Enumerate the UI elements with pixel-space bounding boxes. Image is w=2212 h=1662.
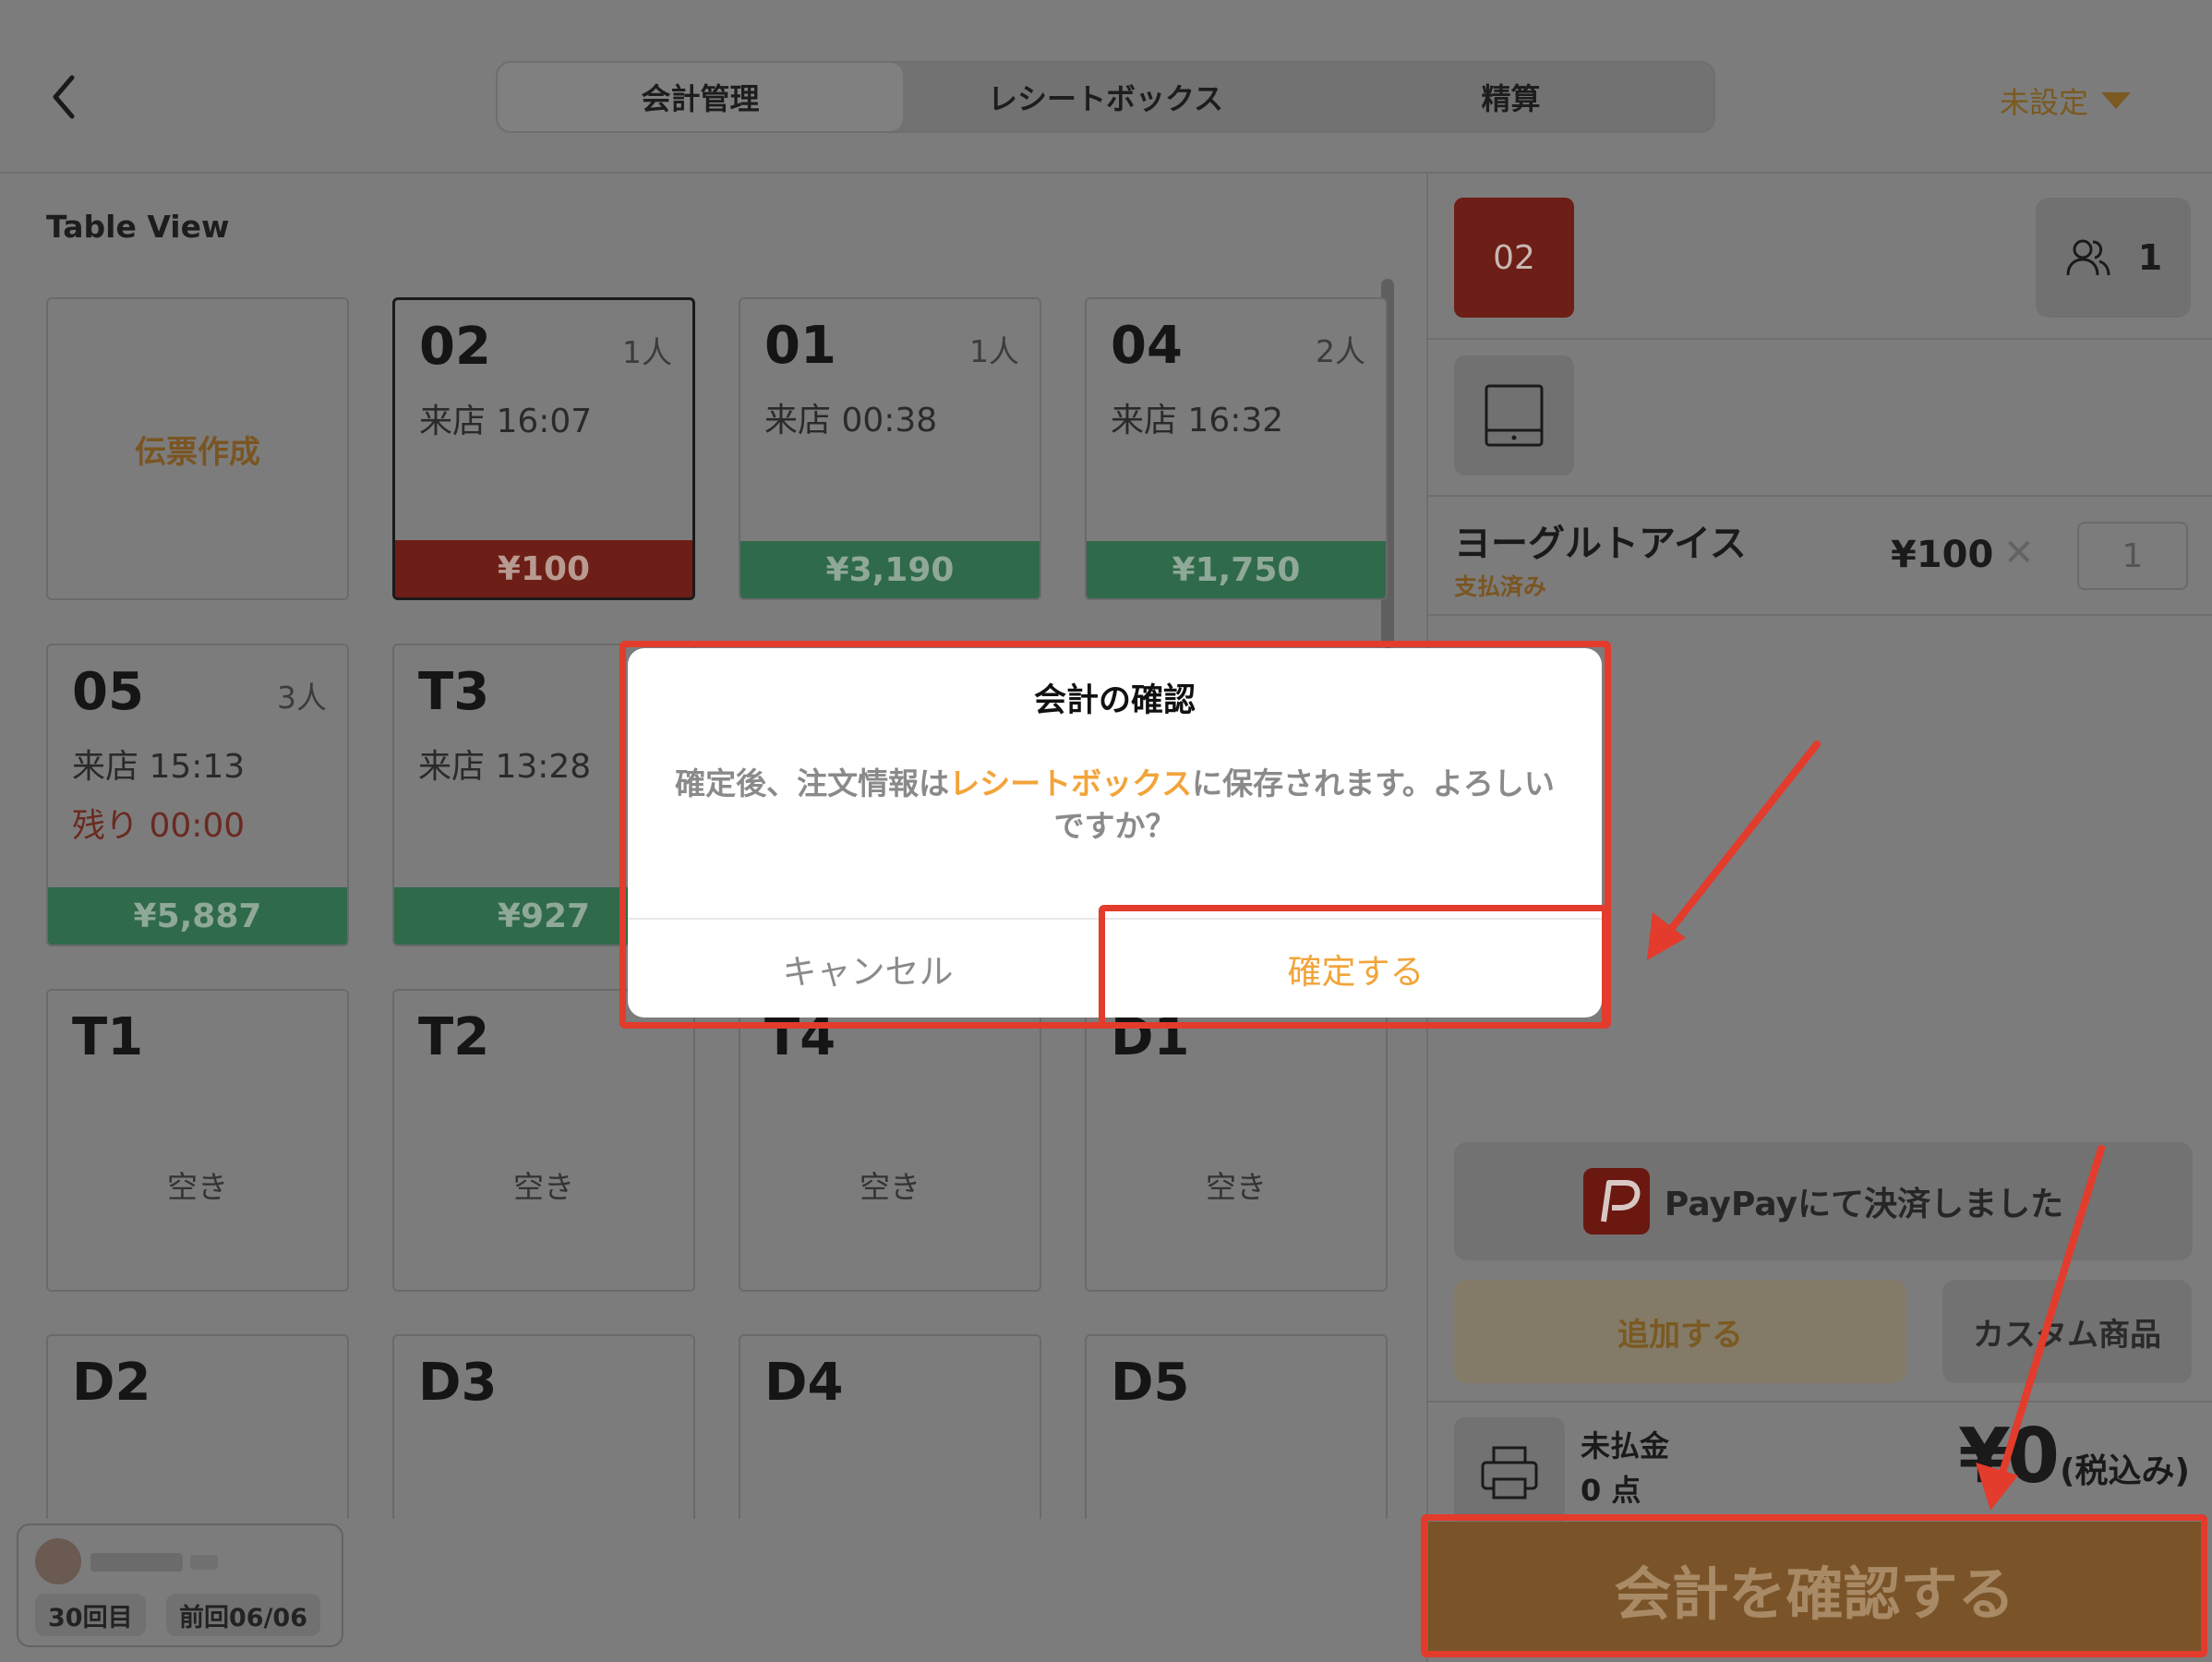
arrival-time: 来店 16:07: [419, 403, 593, 440]
table-number: 04: [1111, 316, 1183, 376]
arrow-to-confirm-head: [1647, 912, 1686, 960]
header-divider: [0, 172, 2212, 174]
tab-accounting[interactable]: 会計管理: [498, 63, 903, 131]
table-card-04[interactable]: 04 2人 来店 16:32 ¥1,750: [1085, 297, 1388, 600]
table-amount: ¥3,190: [740, 541, 1040, 598]
chevron-left-icon: [53, 75, 75, 119]
paypay-logo-icon: [1582, 1168, 1650, 1234]
caret-down-icon: [2101, 92, 2132, 109]
paypay-status-button[interactable]: PayPayにて決済しました: [1454, 1142, 2193, 1260]
customer-suffix-redacted: [190, 1555, 218, 1570]
arrival-time: 来店 13:28: [418, 748, 592, 786]
avatar: [35, 1538, 81, 1584]
order-item-price: ¥100: [1891, 534, 1994, 576]
multiply-icon: ✕: [2003, 532, 2035, 574]
print-button[interactable]: [1454, 1417, 1565, 1528]
table-card-D3[interactable]: D3: [392, 1334, 695, 1519]
panel-divider-3: [1428, 614, 2212, 616]
checkout-highlight-box: [1421, 1514, 2207, 1657]
unpaid-label: 未払金: [1581, 1428, 1670, 1463]
people-count: 2人: [1316, 333, 1365, 369]
table-card-D1[interactable]: D1 空き: [1085, 989, 1388, 1292]
table-number: D2: [72, 1353, 151, 1413]
order-item-qty-field[interactable]: 1: [2077, 522, 2188, 590]
unpaid-summary: 未払金 0 点: [1581, 1424, 1669, 1512]
table-card-02[interactable]: 02 1人 来店 16:07 ¥100: [392, 297, 695, 600]
last-visit-badge: 前回06/06: [166, 1594, 321, 1636]
customer-info-box[interactable]: 30回目 前回06/06: [17, 1524, 343, 1647]
table-card-05[interactable]: 05 3人 来店 15:13 残り 00:00 ¥5,887: [46, 644, 349, 946]
table-number: T2: [418, 1007, 490, 1067]
custom-item-button[interactable]: カスタム商品: [1942, 1280, 2192, 1383]
vacant-status: 空き: [860, 1169, 920, 1205]
tab-settlement[interactable]: 精算: [1308, 63, 1713, 131]
unset-dropdown[interactable]: 未設定: [2000, 79, 2132, 122]
table-card-01[interactable]: 01 1人 来店 00:38 ¥3,190: [739, 297, 1041, 600]
people-count: 3人: [277, 680, 327, 716]
mode-segmented-control: 会計管理 レシートボックス 精算: [496, 61, 1715, 133]
tab-receipt-box[interactable]: レシートボックス: [903, 63, 1308, 131]
back-button[interactable]: [44, 65, 85, 129]
people-count: 1人: [969, 333, 1019, 369]
arrival-time: 来店 00:38: [764, 402, 938, 440]
total-amount: ¥0: [1957, 1413, 2060, 1500]
customer-name-redacted: [90, 1553, 183, 1572]
panel-divider-1: [1428, 338, 2212, 340]
table-amount: ¥5,887: [48, 887, 347, 945]
people-count: 1人: [622, 334, 672, 370]
table-card-T1[interactable]: T1 空き: [46, 989, 349, 1292]
create-slip-card[interactable]: 伝票作成: [46, 297, 349, 600]
arrow-to-confirm-line: [1654, 741, 1821, 949]
table-number: T1: [72, 1007, 144, 1067]
panel-divider-2: [1428, 495, 2212, 497]
tablet-mode-button[interactable]: [1454, 355, 1574, 476]
table-amount: ¥1,750: [1087, 541, 1386, 598]
panel-divider-4: [1428, 1401, 2212, 1403]
order-item-name: ヨーグルトアイス: [1454, 523, 1747, 565]
tax-included-label: (税込み): [2060, 1452, 2190, 1490]
table-number: D4: [764, 1353, 844, 1413]
table-card-D2[interactable]: D2: [46, 1334, 349, 1519]
printer-icon: [1481, 1446, 1538, 1499]
table-number: D3: [418, 1353, 498, 1413]
unpaid-count: 0 点: [1581, 1473, 1641, 1508]
confirm-highlight-box: [1099, 905, 1608, 1029]
remaining-time: 残り 00:00: [72, 807, 246, 845]
people-count-button[interactable]: 1: [2036, 198, 2191, 318]
order-total: ¥0 (税込み): [1958, 1413, 2190, 1500]
paypay-status-label: PayPayにて決済しました: [1664, 1186, 2064, 1223]
table-card-D5[interactable]: D5: [1085, 1334, 1388, 1519]
table-card-D4[interactable]: D4: [739, 1334, 1041, 1519]
add-item-button[interactable]: 追加する: [1454, 1280, 1906, 1383]
tablet-icon: [1485, 384, 1544, 447]
people-icon: [2066, 239, 2110, 276]
table-card-T2[interactable]: T2 空き: [392, 989, 695, 1292]
table-number: 01: [764, 316, 836, 376]
table-number: 05: [72, 662, 144, 722]
vacant-status: 空き: [1206, 1169, 1267, 1205]
table-number: D5: [1111, 1353, 1190, 1413]
vacant-status: 空き: [513, 1169, 574, 1205]
visit-count-badge: 30回目: [35, 1594, 146, 1636]
table-number: 02: [419, 317, 491, 377]
create-slip-label: 伝票作成: [135, 433, 260, 471]
arrival-time: 来店 16:32: [1111, 402, 1284, 440]
table-card-T4[interactable]: T4 空き: [739, 989, 1041, 1292]
vacant-status: 空き: [167, 1169, 228, 1205]
table-number: T3: [418, 662, 490, 722]
unset-label: 未設定: [2000, 85, 2089, 120]
table-view-title: Table View: [46, 209, 230, 245]
order-item-status: 支払済み: [1454, 573, 1547, 600]
table-amount: ¥100: [395, 540, 692, 597]
selected-table-badge[interactable]: 02: [1454, 198, 1574, 318]
arrival-time: 来店 15:13: [72, 748, 246, 786]
people-count-value: 1: [2137, 237, 2163, 278]
